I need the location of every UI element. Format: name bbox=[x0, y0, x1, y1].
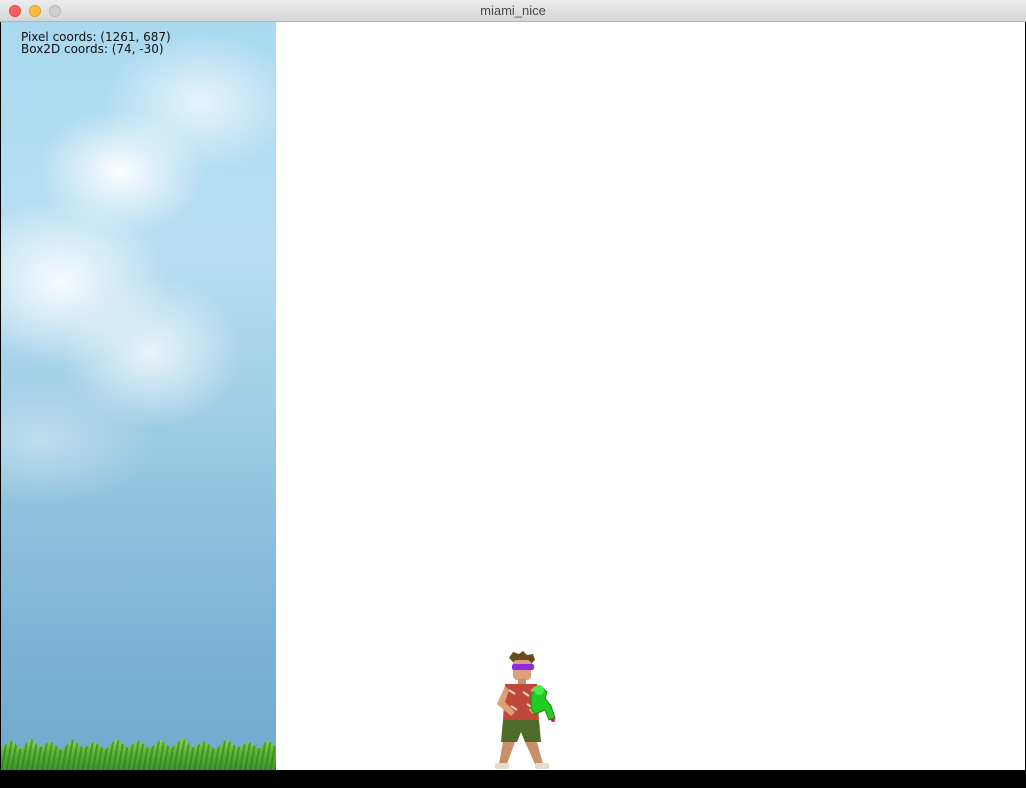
water-gun-tank-icon bbox=[534, 685, 544, 695]
debug-hud: Pixel coords: (1261, 687) Box2D coords: … bbox=[21, 31, 171, 55]
box2d-coords-readout: Box2D coords: (74, -30) bbox=[21, 42, 164, 56]
player-character-sprite bbox=[495, 651, 556, 769]
player-right-shoe bbox=[535, 763, 549, 769]
sky-background bbox=[1, 22, 276, 770]
player-left-shoe bbox=[495, 763, 509, 769]
water-gun-nozzle-icon bbox=[551, 718, 555, 722]
player-shorts bbox=[501, 720, 541, 742]
sunglasses-icon bbox=[512, 664, 534, 670]
player-neck bbox=[518, 679, 526, 684]
player-left-leg bbox=[499, 742, 515, 764]
game-window: miami_nice Pixel coords: (1261, 687) Box… bbox=[0, 0, 1026, 788]
window-title: miami_nice bbox=[480, 3, 546, 18]
game-canvas[interactable]: Pixel coords: (1261, 687) Box2D coords: … bbox=[1, 22, 1025, 770]
player-right-leg bbox=[525, 742, 543, 764]
window-titlebar[interactable]: miami_nice bbox=[0, 0, 1026, 22]
window-bottom-edge bbox=[0, 770, 1026, 788]
